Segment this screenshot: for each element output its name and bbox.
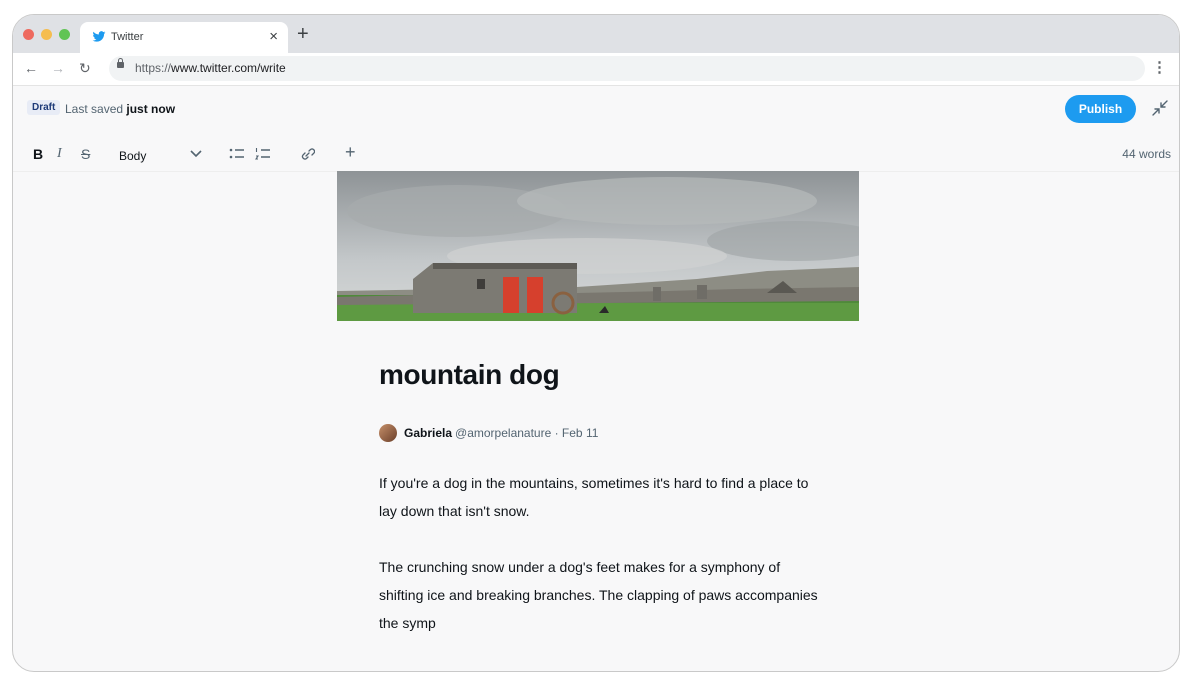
tab-close-icon[interactable]: × xyxy=(269,28,278,46)
text-style-select[interactable]: Body xyxy=(119,147,146,165)
window-controls xyxy=(23,29,70,40)
kebab-menu-icon[interactable]: ⋮ xyxy=(1152,59,1167,77)
reload-icon[interactable]: ↻ xyxy=(79,59,91,77)
editor-header: Draft Last saved just now Publish xyxy=(13,86,1179,130)
bold-button[interactable]: B xyxy=(33,145,43,163)
tab-strip: Twitter × + xyxy=(13,15,1179,53)
article-paragraph[interactable]: If you're a dog in the mountains, someti… xyxy=(379,469,819,525)
cover-image[interactable] xyxy=(337,171,859,321)
collapse-icon[interactable] xyxy=(1150,98,1170,118)
twitter-bird-icon xyxy=(92,31,106,42)
numbered-list-icon[interactable] xyxy=(255,145,271,163)
address-bar-row: ← → ↻ https://www.twitter.com/write ⋮ xyxy=(13,53,1179,86)
add-icon[interactable]: + xyxy=(345,143,356,161)
author-handle-date: @amorpelanature · Feb 11 xyxy=(455,426,599,440)
cover-image-art xyxy=(337,171,859,321)
formatting-toolbar: B I S Body + 44 words xyxy=(13,139,1179,172)
author-name[interactable]: Gabriela xyxy=(404,426,452,440)
save-status: Last saved just now xyxy=(65,102,176,116)
close-window-button[interactable] xyxy=(23,29,34,40)
article-paragraph[interactable]: The crunching snow under a dog's feet ma… xyxy=(379,553,819,637)
article-title[interactable]: mountain dog xyxy=(379,359,560,391)
italic-button[interactable]: I xyxy=(57,145,62,163)
new-tab-button[interactable]: + xyxy=(297,24,309,44)
forward-arrow-icon[interactable]: → xyxy=(51,59,65,77)
tab-title: Twitter xyxy=(111,31,144,43)
back-arrow-icon[interactable]: ← xyxy=(24,59,38,77)
word-count: 44 words xyxy=(1122,147,1171,161)
address-bar[interactable]: https://www.twitter.com/write xyxy=(109,56,1145,81)
browser-tab[interactable]: Twitter × xyxy=(80,22,288,53)
avatar[interactable] xyxy=(379,424,397,442)
byline: Gabriela @amorpelanature · Feb 11 xyxy=(379,423,598,443)
minimize-window-button[interactable] xyxy=(41,29,52,40)
lock-icon xyxy=(117,58,124,68)
maximize-window-button[interactable] xyxy=(59,29,70,40)
browser-window: Twitter × + ← → ↻ https://www.twitter.co… xyxy=(12,14,1180,672)
url-text: https://www.twitter.com/write xyxy=(135,61,286,75)
link-icon[interactable] xyxy=(299,145,315,163)
publish-button[interactable]: Publish xyxy=(1065,95,1136,123)
bullet-list-icon[interactable] xyxy=(229,145,245,163)
draft-badge: Draft xyxy=(27,100,61,115)
strikethrough-button[interactable]: S xyxy=(81,145,90,163)
chevron-down-icon[interactable] xyxy=(189,145,203,163)
